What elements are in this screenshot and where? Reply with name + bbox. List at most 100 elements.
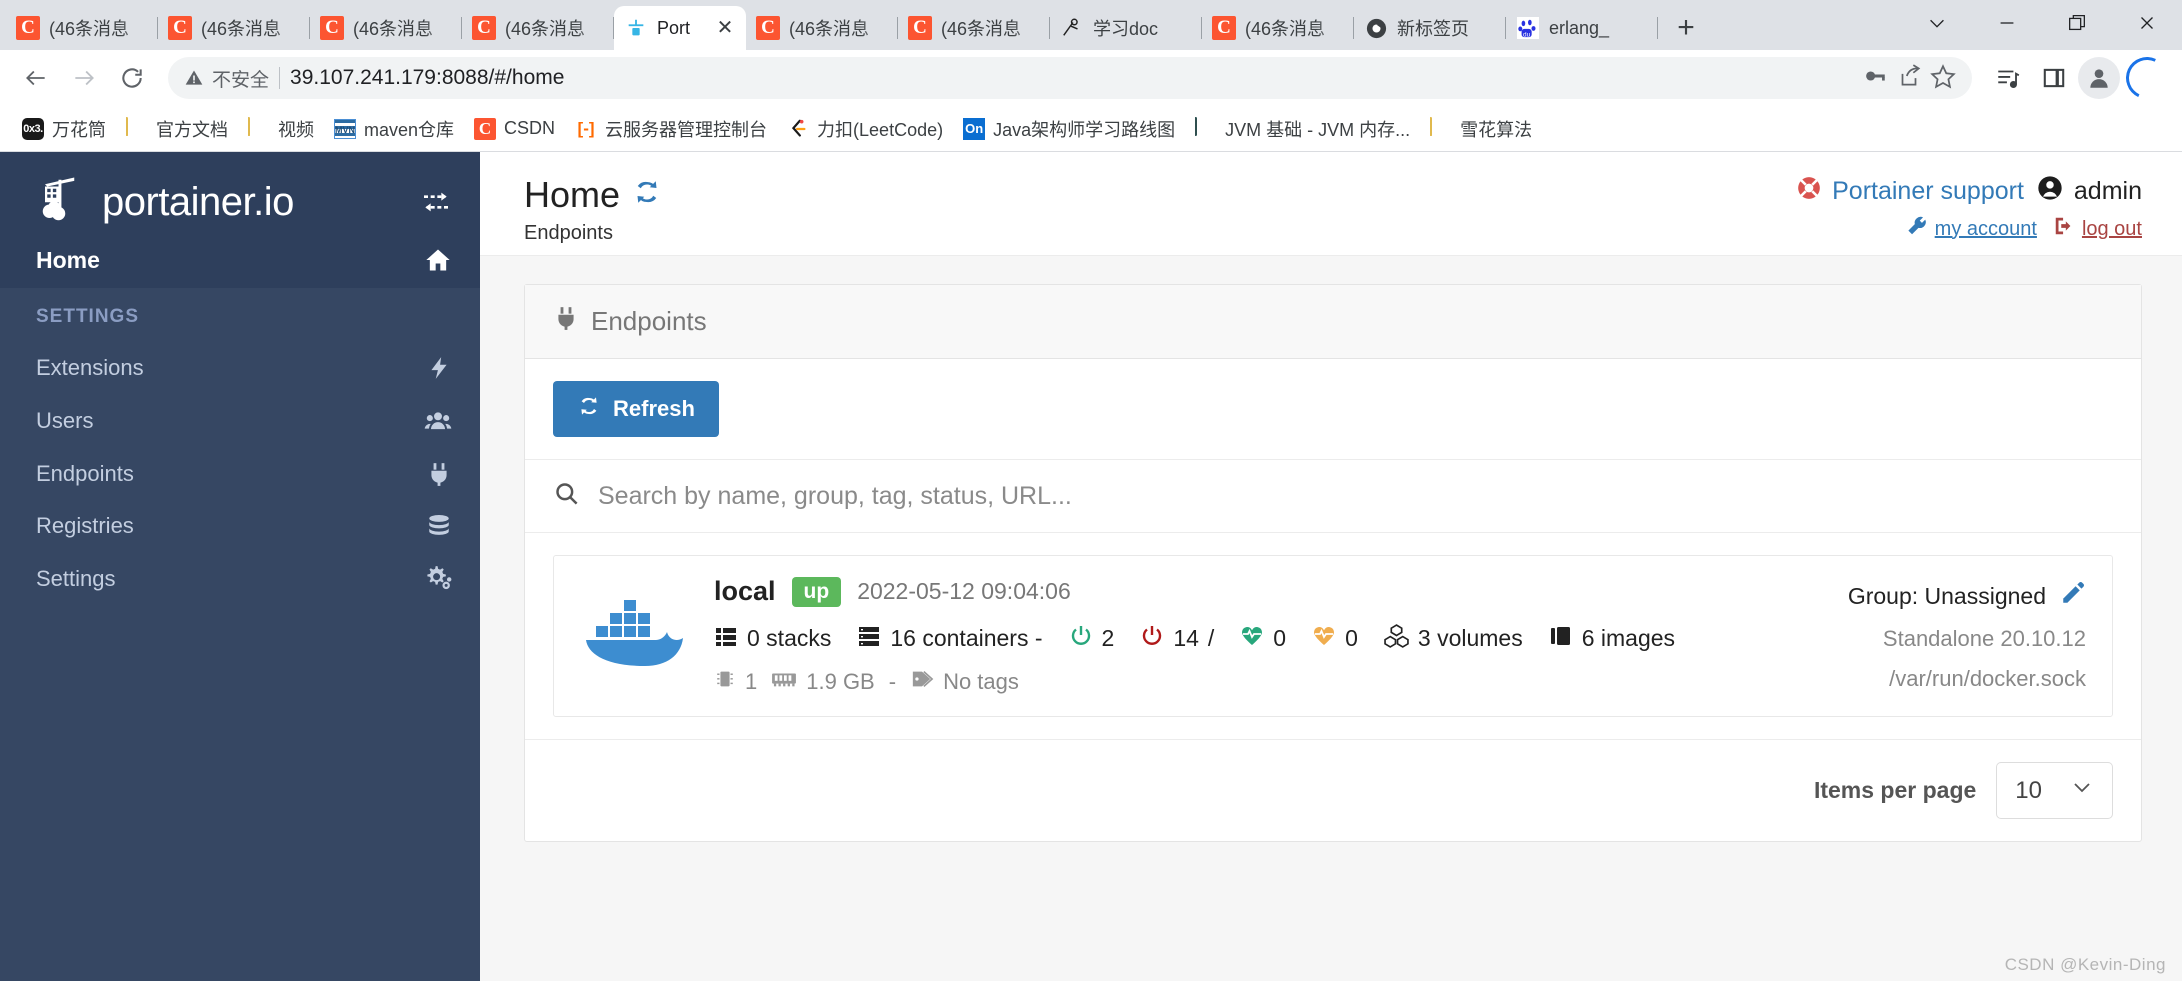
book-icon <box>1195 116 1217 140</box>
endpoint-details: local up 2022-05-12 09:04:06 0 stacks 16… <box>714 576 1824 696</box>
status-badge: up <box>791 576 842 607</box>
page-title-text: Home <box>524 174 621 215</box>
sidebar-item-extensions[interactable]: Extensions <box>0 342 480 394</box>
portainer-icon <box>624 16 648 40</box>
search-input[interactable] <box>598 481 2113 511</box>
toolbar-actions <box>1986 51 2174 105</box>
browser-tab[interactable]: C (46条消息 <box>6 6 158 50</box>
bookmark-label: 官方文档 <box>156 119 228 140</box>
browser-tab[interactable]: C (46条消息 <box>898 6 1050 50</box>
sidebar-item-users[interactable]: Users <box>0 394 480 448</box>
refresh-button[interactable]: Refresh <box>553 381 719 437</box>
sidebar-item-settings[interactable]: Settings <box>0 552 480 606</box>
bookmark-label: 视频 <box>278 119 314 140</box>
panel-title: Endpoints <box>591 306 707 336</box>
database-icon <box>426 513 452 539</box>
page-subtitle: Endpoints <box>524 222 613 244</box>
reading-list-icon[interactable] <box>1986 56 2030 100</box>
bookmark-item[interactable]: C CSDN <box>466 114 563 144</box>
browser-tab[interactable]: C (46条消息 <box>158 6 310 50</box>
forward-icon[interactable] <box>62 56 106 100</box>
support-label: Portainer support <box>1832 177 2024 205</box>
volumes-stat: 3 volumes <box>1384 623 1523 654</box>
profile-icon[interactable] <box>2078 57 2120 99</box>
images-label: 6 images <box>1581 625 1676 651</box>
panel-header: Endpoints <box>525 285 2141 359</box>
bookmark-item[interactable]: 雪花算法 <box>1422 112 1540 146</box>
bookmark-item[interactable]: 力扣(LeetCode) <box>779 112 951 146</box>
tab-title: (46条消息 <box>201 19 282 39</box>
memory-icon <box>771 668 797 696</box>
browser-tab[interactable]: 学习doc <box>1050 6 1202 50</box>
home-icon <box>424 246 452 274</box>
tag-icon <box>910 668 934 696</box>
current-user[interactable]: admin <box>2036 174 2142 209</box>
stacks-stat: 0 stacks <box>714 624 831 654</box>
omnibox-divider <box>279 67 281 89</box>
close-tab-icon[interactable]: ✕ <box>714 17 736 39</box>
browser-tab[interactable]: C (46条消息 <box>746 6 898 50</box>
my-account-link[interactable]: my account <box>1906 215 2037 243</box>
back-icon[interactable] <box>14 56 58 100</box>
sidebar-item-registries[interactable]: Registries <box>0 500 480 552</box>
endpoint-resources-row: 1 1.9 GB - No tags <box>714 668 1824 696</box>
new-tab-button[interactable]: + <box>1664 6 1708 50</box>
bookmark-item[interactable]: 0x3. 万花筒 <box>14 112 114 146</box>
security-status[interactable]: 不安全 <box>184 65 269 92</box>
browser-tab[interactable]: du erlang_ <box>1506 6 1658 50</box>
sidebar-logo[interactable]: portainer.io <box>0 152 480 232</box>
bookmark-item[interactable]: MVN maven仓库 <box>326 112 462 146</box>
logout-link[interactable]: log out <box>2053 215 2142 243</box>
bookmark-item[interactable]: 官方文档 <box>118 112 236 146</box>
address-bar[interactable]: 不安全 39.107.241.179:8088/#/home <box>168 57 1972 99</box>
browser-window: C (46条消息 C (46条消息 C (46条消息 C (46条消息 Port… <box>0 0 2182 981</box>
chevron-down-icon[interactable] <box>1902 0 1972 46</box>
baidu-icon: du <box>1516 16 1540 40</box>
csdn-icon: C <box>756 16 780 40</box>
endpoint-item[interactable]: local up 2022-05-12 09:04:06 0 stacks 16… <box>553 555 2113 717</box>
bookmark-item[interactable]: [-] 云服务器管理控制台 <box>567 112 775 146</box>
items-per-page-select[interactable]: 10 <box>1996 762 2113 819</box>
sidebar-item-home[interactable]: Home <box>0 232 480 288</box>
memory-stat: 1.9 GB <box>771 668 875 696</box>
bookmark-item[interactable]: JVM 基础 - JVM 内存... <box>1187 112 1418 146</box>
images-icon <box>1549 624 1573 654</box>
search-row <box>525 459 2141 533</box>
bookmark-label: 云服务器管理控制台 <box>605 119 768 140</box>
my-account-label: my account <box>1934 217 2037 240</box>
collapse-toggle-icon[interactable] <box>420 186 452 218</box>
pencil-icon[interactable] <box>2060 580 2086 612</box>
tab-strip: C (46条消息 C (46条消息 C (46条消息 C (46条消息 Port… <box>0 0 2182 50</box>
browser-tab[interactable]: C (46条消息 <box>1202 6 1354 50</box>
close-icon[interactable] <box>2112 0 2182 46</box>
browser-tab-active[interactable]: Port ✕ <box>614 6 746 50</box>
star-icon[interactable] <box>1930 63 1956 94</box>
side-panel-icon[interactable] <box>2032 56 2076 100</box>
bookmark-item[interactable]: 视频 <box>240 112 322 146</box>
bookmark-item[interactable]: On Java架构师学习路线图 <box>955 112 1183 146</box>
endpoint-stats-row: 0 stacks 16 containers - 2 14 / 0 0 3 vo… <box>714 623 1824 654</box>
share-icon[interactable] <box>1896 63 1922 94</box>
restore-icon[interactable] <box>2042 0 2112 46</box>
sync-icon[interactable] <box>632 174 662 216</box>
gears-icon <box>424 565 452 593</box>
maven-icon: MVN <box>334 119 356 139</box>
portainer-logo-icon <box>36 173 90 232</box>
browser-tab[interactable]: C (46条消息 <box>310 6 462 50</box>
portainer-support-link[interactable]: Portainer support <box>1796 175 2024 208</box>
tab-title: erlang_ <box>1549 17 1610 38</box>
browser-tab[interactable]: 新标签页 <box>1354 6 1506 50</box>
bookmark-label: maven仓库 <box>364 119 455 140</box>
reload-icon[interactable] <box>110 56 154 100</box>
sign-out-icon <box>2053 215 2075 243</box>
browser-tab[interactable]: C (46条消息 <box>462 6 614 50</box>
tab-separator <box>1657 17 1658 39</box>
stacks-label: 0 stacks <box>747 625 832 651</box>
sidebar-item-label: Settings <box>36 566 116 591</box>
page-header: Home Endpoints Portainer support admin m… <box>480 152 2182 256</box>
watermark: CSDN @Kevin-Ding <box>2004 955 2166 974</box>
key-icon[interactable] <box>1862 63 1888 94</box>
sidebar-item-endpoints[interactable]: Endpoints <box>0 448 480 500</box>
volumes-label: 3 volumes <box>1417 625 1523 651</box>
minimize-icon[interactable] <box>1972 0 2042 46</box>
